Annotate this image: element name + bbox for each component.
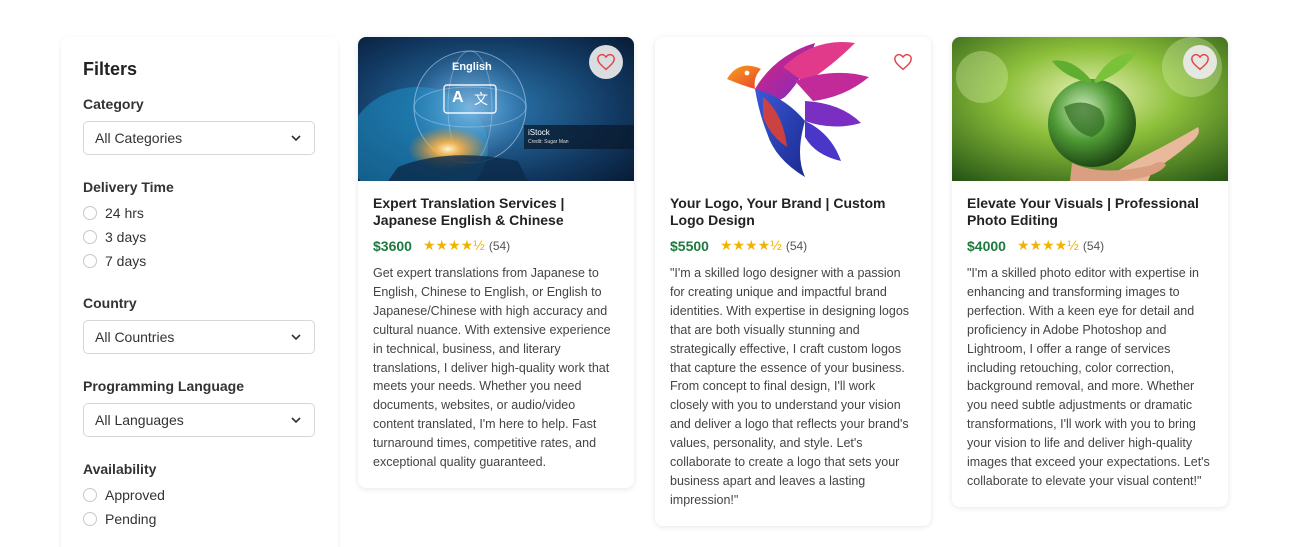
favorite-button[interactable] bbox=[1183, 45, 1217, 79]
availability-option-label: Pending bbox=[105, 511, 157, 527]
price-rating-row: $3600 ★★★★½ (54) bbox=[373, 237, 619, 254]
language-select[interactable]: All Languages bbox=[83, 403, 315, 437]
delivery-option-3days[interactable]: 3 days bbox=[83, 225, 316, 249]
category-filter: Category All Categories bbox=[83, 96, 316, 155]
radio-button[interactable] bbox=[83, 254, 97, 268]
star-rating: ★★★★½ bbox=[422, 237, 485, 253]
gig-title[interactable]: Elevate Your Visuals | Professional Phot… bbox=[967, 195, 1213, 229]
gig-card[interactable]: Your Logo, Your Brand | Custom Logo Desi… bbox=[655, 37, 931, 526]
image-english-label: English bbox=[452, 61, 492, 73]
country-selected: All Countries bbox=[95, 329, 175, 345]
category-selected: All Categories bbox=[95, 130, 183, 146]
star-rating: ★★★★½ bbox=[1016, 237, 1079, 253]
heart-icon bbox=[1191, 53, 1209, 71]
gig-image-photo-editing[interactable] bbox=[952, 37, 1228, 181]
radio-button[interactable] bbox=[83, 488, 97, 502]
gig-card-body: Your Logo, Your Brand | Custom Logo Desi… bbox=[655, 181, 931, 526]
star-rating: ★★★★½ bbox=[719, 237, 782, 253]
availability-option-approved[interactable]: Approved bbox=[83, 483, 316, 507]
availability-option-pending[interactable]: Pending bbox=[83, 507, 316, 531]
favorite-button[interactable] bbox=[886, 45, 920, 79]
review-count: (54) bbox=[785, 238, 808, 253]
image-translate-icon-b: 文 bbox=[474, 91, 488, 107]
country-filter: Country All Countries bbox=[83, 295, 316, 354]
chevron-down-icon bbox=[291, 334, 301, 341]
price-rating-row: $4000 ★★★★½ (54) bbox=[967, 237, 1213, 254]
radio-button[interactable] bbox=[83, 206, 97, 220]
radio-button[interactable] bbox=[83, 230, 97, 244]
delivery-option-7days[interactable]: 7 days bbox=[83, 249, 316, 273]
gig-card[interactable]: English A 文 iStock Credit: Sugar Man Exp… bbox=[358, 37, 634, 488]
heart-icon bbox=[597, 53, 615, 71]
delivery-filter: Delivery Time 24 hrs 3 days 7 days bbox=[83, 179, 316, 273]
delivery-option-label: 3 days bbox=[105, 229, 147, 245]
chevron-down-icon bbox=[291, 135, 301, 142]
gig-title[interactable]: Expert Translation Services | Japanese E… bbox=[373, 195, 619, 229]
gig-description: "I'm a skilled photo editor with experti… bbox=[967, 266, 1210, 488]
language-filter: Programming Language All Languages bbox=[83, 378, 316, 437]
image-translate-icon-a: A bbox=[452, 89, 464, 106]
category-select[interactable]: All Categories bbox=[83, 121, 315, 155]
gig-description: Get expert translations from Japanese to… bbox=[373, 266, 611, 470]
chevron-down-icon bbox=[291, 417, 301, 424]
gig-image-translation[interactable]: English A 文 iStock Credit: Sugar Man bbox=[358, 37, 634, 181]
gig-description: "I'm a skilled logo designer with a pass… bbox=[670, 266, 910, 507]
language-selected: All Languages bbox=[95, 412, 184, 428]
country-label: Country bbox=[83, 295, 137, 311]
favorite-button[interactable] bbox=[589, 45, 623, 79]
gig-card[interactable]: Elevate Your Visuals | Professional Phot… bbox=[952, 37, 1228, 507]
gig-price: $3600 bbox=[373, 237, 412, 254]
gig-title[interactable]: Your Logo, Your Brand | Custom Logo Desi… bbox=[670, 195, 916, 229]
delivery-label: Delivery Time bbox=[83, 179, 174, 195]
availability-label: Availability bbox=[83, 461, 157, 477]
heart-icon bbox=[894, 53, 912, 71]
availability-option-label: Approved bbox=[105, 487, 165, 503]
filters-panel: Filters Category All Categories Delivery… bbox=[61, 37, 338, 547]
gig-card-body: Elevate Your Visuals | Professional Phot… bbox=[952, 181, 1228, 507]
availability-filter: Availability Approved Pending bbox=[83, 461, 316, 531]
price-rating-row: $5500 ★★★★½ (54) bbox=[670, 237, 916, 254]
delivery-option-label: 7 days bbox=[105, 253, 147, 269]
gig-price: $5500 bbox=[670, 237, 709, 254]
gig-price: $4000 bbox=[967, 237, 1006, 254]
review-count: (54) bbox=[1082, 238, 1105, 253]
country-select[interactable]: All Countries bbox=[83, 320, 315, 354]
gig-image-logo[interactable] bbox=[655, 37, 931, 181]
category-label: Category bbox=[83, 96, 144, 112]
review-count: (54) bbox=[488, 238, 511, 253]
language-label: Programming Language bbox=[83, 378, 245, 394]
image-stock-label: iStock bbox=[528, 128, 550, 137]
delivery-option-label: 24 hrs bbox=[105, 205, 144, 221]
delivery-option-24hrs[interactable]: 24 hrs bbox=[83, 201, 316, 225]
image-credit-label: Credit: Sugar Man bbox=[528, 139, 569, 145]
filters-title: Filters bbox=[83, 59, 138, 79]
radio-button[interactable] bbox=[83, 512, 97, 526]
gig-card-body: Expert Translation Services | Japanese E… bbox=[358, 181, 634, 488]
